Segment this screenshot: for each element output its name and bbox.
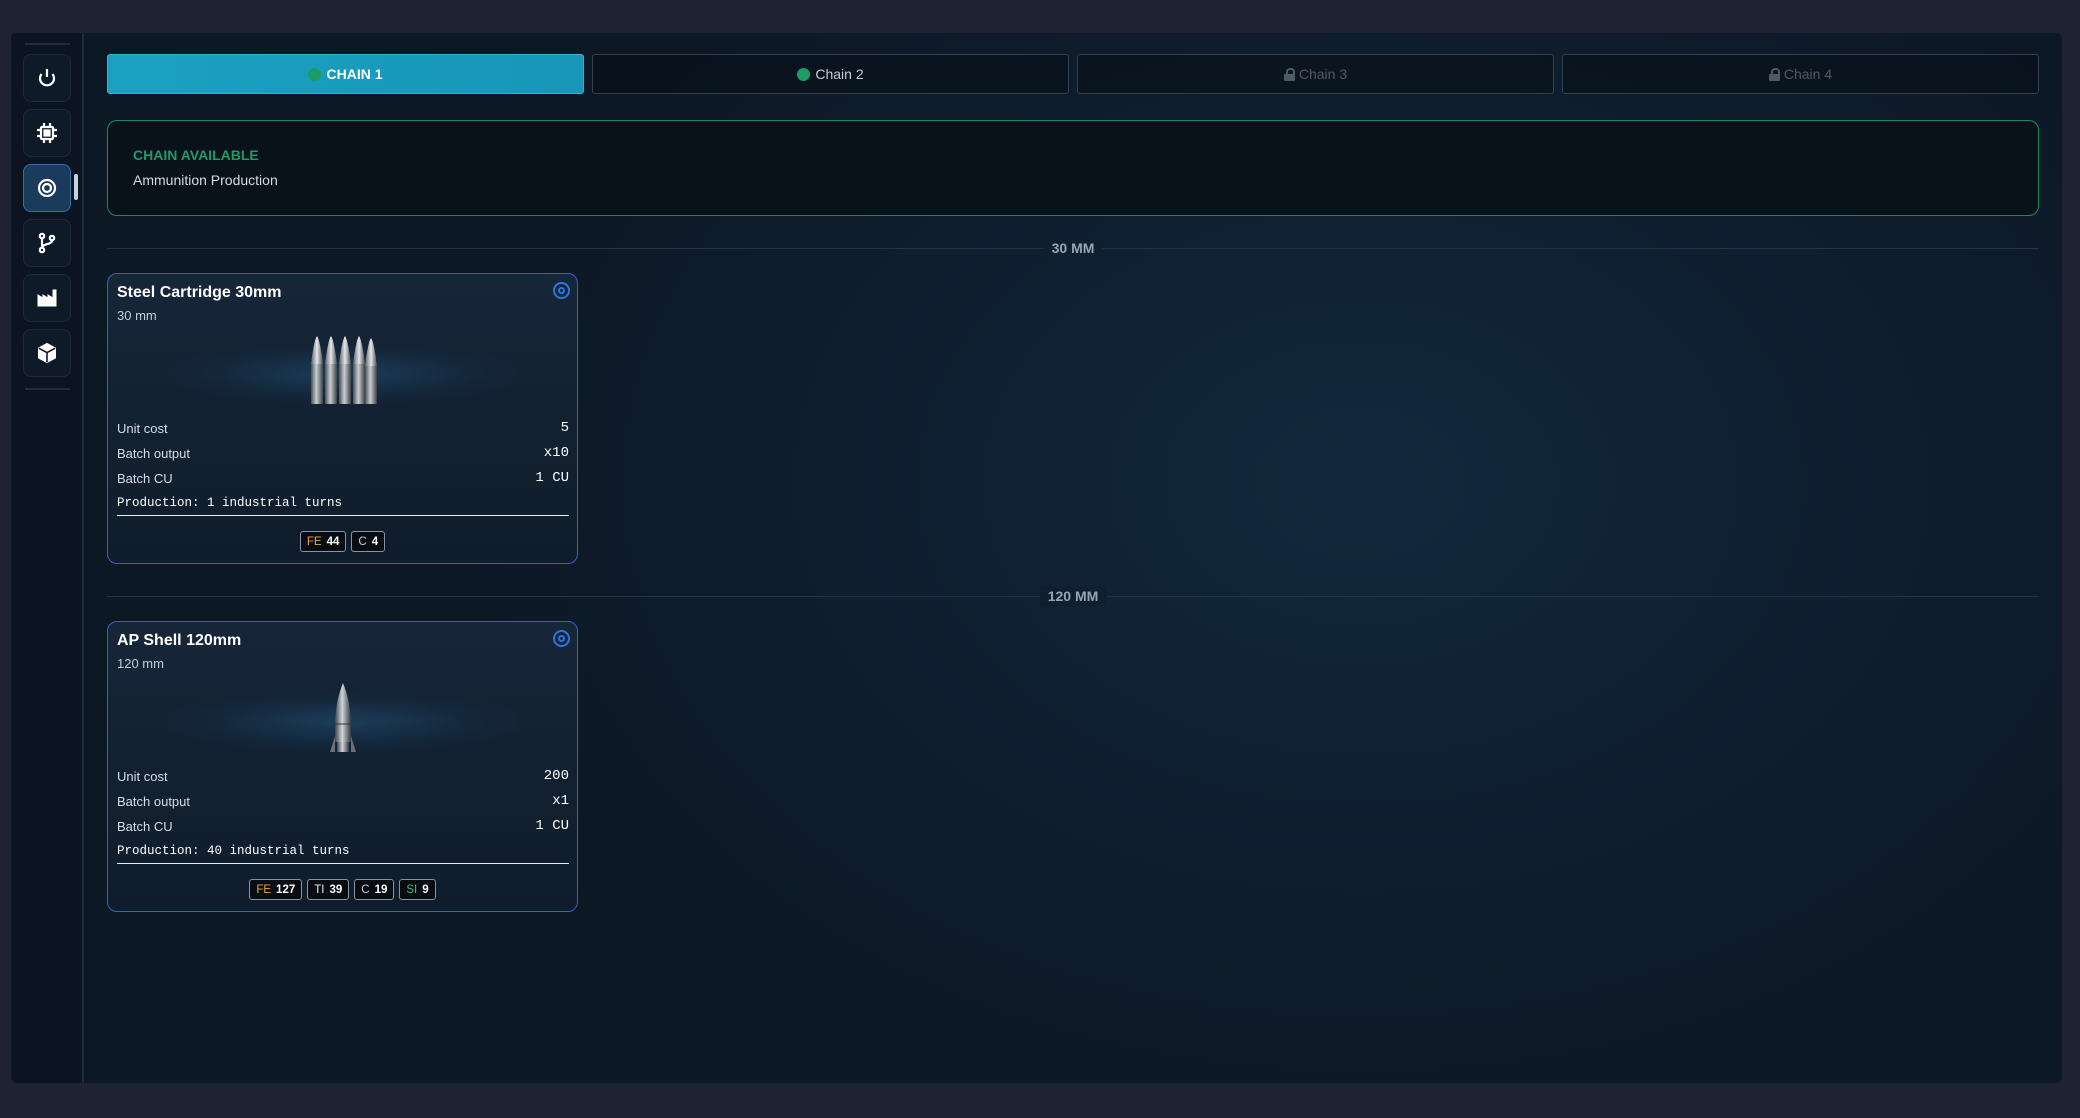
select-target-icon[interactable] <box>553 282 570 299</box>
stat-row: Unit cost 5 <box>117 418 569 438</box>
production-time: Production: 40 industrial turns <box>117 844 569 864</box>
stat-row: Batch output x1 <box>117 791 569 811</box>
stat-value: x1 <box>552 793 569 809</box>
stat-value: x10 <box>543 445 569 461</box>
shell-image <box>329 683 356 752</box>
resource-symbol: C <box>358 535 367 548</box>
resource-chips: FE 127 TI 39 C 19 SI 9 <box>108 879 577 900</box>
banner-title: CHAIN AVAILABLE <box>133 147 259 163</box>
lock-icon <box>1768 67 1780 81</box>
stat-label: Batch output <box>117 793 190 809</box>
stat-value: 1 CU <box>535 470 569 486</box>
factory-icon <box>37 289 57 307</box>
tab-label: Chain 3 <box>1298 66 1348 82</box>
resource-chip: C 19 <box>354 879 395 900</box>
stat-label: Batch CU <box>117 818 173 834</box>
section-divider: 30 MM <box>107 238 2039 258</box>
resource-amount: 127 <box>276 883 296 896</box>
stat-value: 1 CU <box>535 818 569 834</box>
resource-chip: C 4 <box>351 531 386 552</box>
recipe-name: Steel Cartridge 30mm <box>117 284 282 301</box>
resource-symbol: SI <box>406 883 418 896</box>
sidebar <box>11 33 84 1083</box>
stat-label: Unit cost <box>117 768 168 784</box>
banner-subtitle: Ammunition Production <box>133 172 278 188</box>
active-nav-indicator <box>74 174 78 200</box>
select-target-icon[interactable] <box>553 630 570 647</box>
stat-row: Batch CU 1 CU <box>117 816 569 836</box>
sidebar-divider <box>25 388 70 390</box>
chain-tabs: CHAIN 1 Chain 2 Chain 3 Chain 4 <box>107 54 2039 94</box>
app-window: CHAIN 1 Chain 2 Chain 3 Chain 4 CHAIN AV… <box>11 33 2062 1083</box>
resource-amount: 4 <box>371 535 379 548</box>
resource-chip: FE 127 <box>249 879 303 900</box>
status-dot-icon <box>308 67 322 81</box>
nav-ammunition-button[interactable] <box>23 164 71 212</box>
tab-chain-1[interactable]: CHAIN 1 <box>107 54 584 94</box>
stat-row: Batch CU 1 CU <box>117 468 569 488</box>
nav-branch-button[interactable] <box>23 219 71 267</box>
power-icon <box>38 69 56 87</box>
resource-symbol: FE <box>256 883 272 896</box>
stat-value: 200 <box>543 768 569 784</box>
stat-row: Batch output x10 <box>117 443 569 463</box>
recipe-card[interactable]: AP Shell 120mm 120 mm Unit cost 200 Batc… <box>107 621 578 912</box>
target-icon <box>37 178 57 198</box>
stat-label: Unit cost <box>117 420 168 436</box>
resource-chip: FE 44 <box>299 531 347 552</box>
resource-chip: SI 9 <box>399 879 436 900</box>
tab-label: Chain 2 <box>815 66 864 82</box>
recipe-caliber: 30 mm <box>117 308 157 323</box>
nav-cube-button[interactable] <box>23 329 71 377</box>
resource-symbol: FE <box>306 535 322 548</box>
recipe-card[interactable]: Steel Cartridge 30mm 30 mm Unit cost 5 B… <box>107 273 578 564</box>
nav-chip-button[interactable] <box>23 109 71 157</box>
resource-symbol: TI <box>314 883 325 896</box>
resource-amount: 19 <box>374 883 388 896</box>
stat-label: Batch output <box>117 445 190 461</box>
main-panel: CHAIN 1 Chain 2 Chain 3 Chain 4 CHAIN AV… <box>107 33 2062 1083</box>
production-time: Production: 1 industrial turns <box>117 496 569 516</box>
stat-label: Batch CU <box>117 470 173 486</box>
section-label: 30 MM <box>1043 238 1103 258</box>
resource-symbol: C <box>361 883 370 896</box>
resource-amount: 44 <box>326 535 340 548</box>
resource-chips: FE 44 C 4 <box>108 531 577 552</box>
nav-power-button[interactable] <box>23 54 71 102</box>
chain-status-banner: CHAIN AVAILABLE Ammunition Production <box>107 120 2039 216</box>
tab-label: CHAIN 1 <box>326 66 383 82</box>
cartridges-image <box>310 336 377 404</box>
lock-icon <box>1283 67 1295 81</box>
tab-chain-2[interactable]: Chain 2 <box>592 54 1069 94</box>
cube-icon <box>38 342 56 364</box>
recipe-caliber: 120 mm <box>117 656 164 671</box>
status-dot-icon <box>797 67 811 81</box>
sidebar-divider <box>25 43 70 45</box>
stat-value: 5 <box>560 420 569 436</box>
recipe-name: AP Shell 120mm <box>117 632 242 649</box>
resource-amount: 39 <box>329 883 343 896</box>
tab-chain-4[interactable]: Chain 4 <box>1562 54 2039 94</box>
stat-row: Unit cost 200 <box>117 766 569 786</box>
branch-icon <box>38 232 56 254</box>
tab-chain-3[interactable]: Chain 3 <box>1077 54 1554 94</box>
resource-amount: 9 <box>422 883 429 896</box>
section-divider: 120 MM <box>107 586 2039 606</box>
chip-icon <box>37 123 57 143</box>
tab-label: Chain 4 <box>1783 66 1833 82</box>
resource-chip: TI 39 <box>307 879 350 900</box>
section-label: 120 MM <box>1039 586 1107 606</box>
nav-factory-button[interactable] <box>23 274 71 322</box>
